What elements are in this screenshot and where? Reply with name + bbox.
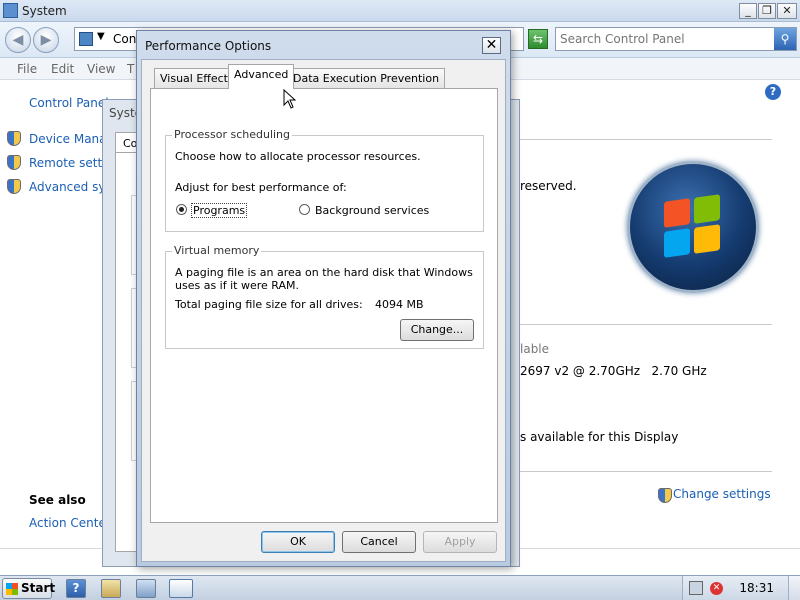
search-box[interactable]: ⚲ [555, 27, 797, 51]
logo-flag-green [694, 194, 720, 224]
menu-tools[interactable]: T [127, 62, 134, 76]
system-icon [3, 3, 18, 18]
advanced-system-settings-link[interactable]: Advanced sys [29, 180, 112, 194]
logo-flag-blue [664, 228, 690, 258]
control-panel-home-link[interactable]: Control Panel [29, 96, 109, 110]
chevron-down-icon[interactable]: ▼ [97, 31, 105, 42]
apply-button[interactable]: Apply [423, 531, 497, 553]
paging-total-label: Total paging file size for all drives: [175, 298, 363, 311]
explorer-folder-icon[interactable] [101, 579, 121, 598]
background-services-label[interactable]: Background services [315, 204, 429, 217]
paging-total-value: 4094 MB [375, 298, 424, 311]
advanced-tab-panel: Processor scheduling Choose how to alloc… [150, 88, 498, 523]
start-button[interactable]: Start [2, 578, 56, 599]
show-desktop-button[interactable] [788, 576, 800, 600]
processor-description: Choose how to allocate processor resourc… [175, 150, 421, 163]
tab-data-execution-prevention[interactable]: Data Execution Prevention [287, 68, 446, 88]
logo-flag-yellow [694, 224, 720, 254]
virtual-memory-description: A paging file is an area on the hard dis… [175, 266, 473, 292]
search-icon[interactable]: ⚲ [774, 28, 796, 50]
window-title: System [22, 4, 67, 18]
help-icon[interactable]: ? [765, 84, 781, 100]
shield-icon [7, 155, 21, 170]
maximize-button[interactable]: ❐ [758, 3, 776, 19]
dialog-title: Performance Options [145, 39, 272, 53]
forward-button[interactable]: ▶ [33, 27, 59, 53]
performance-options-dialog: Performance Options ✕ Visual Effects Adv… [136, 30, 511, 567]
close-button[interactable]: ✕ [482, 37, 501, 54]
divider [520, 471, 772, 472]
back-button[interactable]: ◀ [5, 27, 31, 53]
virtual-memory-legend: Virtual memory [172, 244, 262, 257]
rating-text: lable [520, 342, 550, 356]
logo-flag-red [664, 198, 690, 228]
close-button[interactable]: ✕ [777, 3, 797, 19]
server-manager-icon[interactable] [136, 579, 156, 598]
cancel-button[interactable]: Cancel [342, 531, 416, 553]
programs-radio[interactable] [176, 204, 187, 215]
volume-muted-icon[interactable]: ✕ [710, 582, 723, 595]
see-also-heading: See also [29, 493, 86, 507]
search-input[interactable] [560, 31, 772, 47]
mouse-cursor-icon [283, 89, 297, 109]
windows-logo [627, 161, 759, 293]
change-settings-link[interactable]: Change settings [673, 487, 771, 501]
adjust-label: Adjust for best performance of: [175, 181, 347, 194]
taskbar: Start ? ✕ 18:31 [0, 575, 800, 600]
breadcrumb[interactable]: Con [113, 32, 136, 46]
control-panel-taskbar-icon[interactable] [169, 579, 193, 598]
remote-settings-link[interactable]: Remote settir [29, 156, 110, 170]
menu-file[interactable]: File [17, 62, 37, 76]
network-icon[interactable] [689, 581, 703, 595]
shield-icon [658, 488, 672, 503]
pen-touch-text: s available for this Display [520, 430, 679, 444]
refresh-button[interactable]: ⇆ [528, 29, 548, 49]
processor-scheduling-group: Processor scheduling Choose how to alloc… [165, 128, 484, 232]
clock[interactable]: 18:31 [739, 581, 774, 595]
window-titlebar: System _ ❐ ✕ [0, 0, 800, 22]
system-tray: ✕ 18:31 [682, 576, 800, 600]
divider [520, 139, 772, 140]
virtual-memory-group: Virtual memory A paging file is an area … [165, 244, 484, 349]
menu-edit[interactable]: Edit [51, 62, 74, 76]
tab-advanced[interactable]: Advanced [228, 64, 295, 89]
control-panel-icon [79, 32, 93, 46]
windows-flag-icon [6, 583, 18, 595]
processor-text: 2697 v2 @ 2.70GHz 2.70 GHz [520, 364, 707, 378]
minimize-button[interactable]: _ [739, 3, 757, 19]
start-label: Start [21, 581, 56, 595]
tab-visual-effects[interactable]: Visual Effects [154, 68, 240, 88]
shield-icon [7, 131, 21, 146]
action-center-link[interactable]: Action Center [29, 516, 111, 530]
change-button[interactable]: Change... [400, 319, 474, 341]
dialog-body: Visual Effects Advanced Data Execution P… [141, 59, 506, 562]
menu-view[interactable]: View [87, 62, 115, 76]
shield-icon [7, 179, 21, 194]
background-services-radio[interactable] [299, 204, 310, 215]
divider [520, 324, 772, 325]
processor-scheduling-legend: Processor scheduling [172, 128, 293, 141]
copyright-text: reserved. [520, 179, 577, 193]
ok-button[interactable]: OK [261, 531, 335, 553]
programs-label[interactable]: Programs [190, 203, 248, 218]
help-and-support-icon[interactable]: ? [66, 579, 86, 598]
